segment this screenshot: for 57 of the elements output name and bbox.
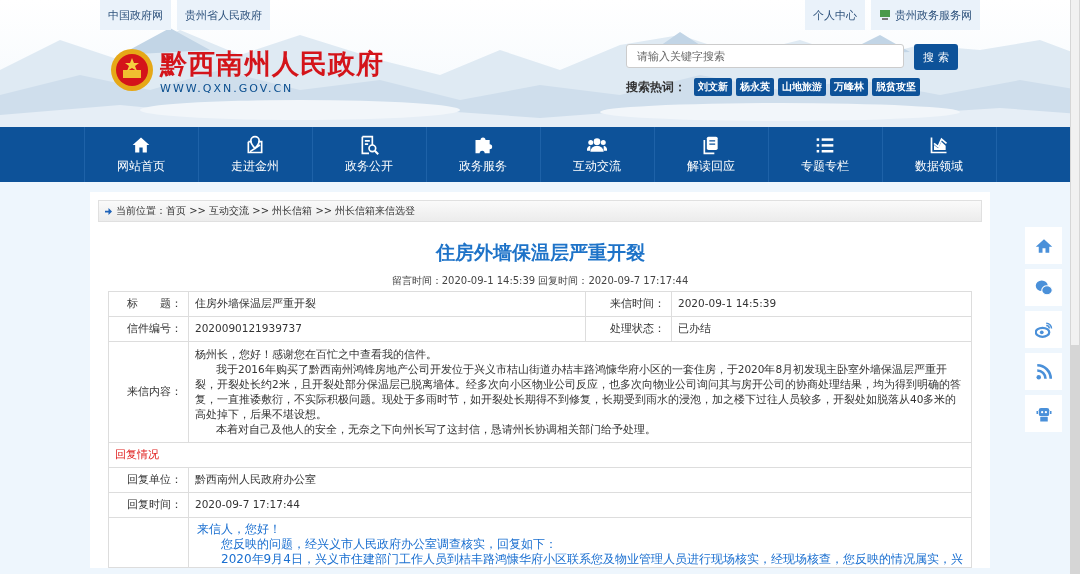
doc-icon — [359, 134, 379, 155]
field-label: 回复单位： — [109, 468, 189, 493]
emblem-icon — [110, 48, 154, 92]
nav-item[interactable]: 解读回应 — [654, 127, 769, 182]
copy-icon — [701, 134, 721, 155]
hot-word-tag[interactable]: 山地旅游 — [778, 78, 826, 96]
hot-word-tag[interactable]: 刘文新 — [694, 78, 732, 96]
reply-paragraph: 来信人，您好！ — [197, 522, 282, 537]
reply-paragraph: 2020年9月4日，兴义市住建部门工作人员到桔丰路鸿慷华府小区联系您及物业管理人员进行现场核实，经现场核查，您反映的情况属实，兴 — [220, 552, 963, 567]
rss-icon[interactable] — [1025, 353, 1062, 390]
letter-paragraph: 我于2016年购买了黔西南州鸿锋房地产公司开发位于兴义市桔山街道办桔丰路鸿慷华府小区的一套住房，于2020年8月初发现主卧室外墙保温层严重开裂，开裂处长约2米，且开裂处部分保温层已脱离墙体。经多次向小区物业公司反应，也多次向物业公司询问其与房开公司的协商处理结果，均为得到明确的答复，一直推诿敷衍，不实际积极问题。现处于多雨时节，如开裂处长期得不到修复，长期受到雨水的浸泡，加之楼下过往人员较多，开裂处如脱落从40多米的高处掉下，后果不堪设想。 — [195, 362, 962, 422]
letter-paragraph: 杨州长，您好！感谢您在百忙之中查看我的信件。 — [195, 347, 438, 362]
reply-paragraph: 您反映的问题，经兴义市人民政府办公室调查核实，回复如下： — [220, 537, 558, 552]
letter-paragraph: 本着对自己及他人的安全，无奈之下向州长写了这封信，恳请州长协调相关部门给予处理。 — [215, 422, 657, 437]
field-value: 2020090121939737 — [189, 317, 586, 342]
field-value: 已办结 — [672, 317, 972, 342]
site-url: WWW.QXN.GOV.CN — [160, 81, 295, 95]
top-link[interactable]: 个人中心 — [805, 0, 865, 30]
field-value: 住房外墙保温层严重开裂 — [189, 292, 586, 317]
field-label: 来信时间： — [586, 292, 672, 317]
nav-item[interactable]: 走进金州 — [198, 127, 313, 182]
hot-words-label: 搜索热词： — [626, 78, 686, 96]
wechat-icon[interactable] — [1025, 269, 1062, 306]
top-link[interactable]: 贵州政务服务网 — [871, 0, 980, 30]
hot-word-tag[interactable]: 脱贫攻坚 — [872, 78, 920, 96]
nav-item[interactable]: 网站首页 — [83, 127, 199, 182]
weibo-icon[interactable] — [1025, 311, 1062, 348]
top-link[interactable]: 贵州省人民政府 — [177, 0, 270, 30]
field-label: 来信内容： — [127, 385, 182, 399]
map-icon — [245, 134, 265, 155]
letter-meta: 留言时间：2020-09-1 14:5:39 回复时间：2020-09-7 17:17:44 — [390, 274, 690, 288]
letter-title: 住房外墙保温层严重开裂 — [434, 240, 646, 265]
top-link[interactable]: 中国政府网 — [100, 0, 171, 30]
search-button[interactable]: 搜 索 — [914, 44, 958, 70]
home-icon[interactable] — [1025, 227, 1062, 264]
hot-word-tag[interactable]: 万峰林 — [830, 78, 868, 96]
reply-heading: 回复情况 — [109, 443, 972, 468]
nav-item[interactable]: 政务公开 — [312, 127, 427, 182]
field-label: 处理状态： — [586, 317, 672, 342]
nav-item[interactable]: 互动交流 — [540, 127, 655, 182]
computer-icon — [879, 9, 891, 21]
field-value: 黔西南州人民政府办公室 — [189, 468, 972, 493]
field-label: 回复时间： — [109, 493, 189, 518]
arrow-icon — [105, 207, 112, 215]
breadcrumb: 当前位置：首页 >> 互动交流 >> 州长信箱 >> 州长信箱来信选登 — [116, 204, 416, 218]
field-value: 2020-09-1 14:5:39 — [672, 292, 972, 317]
hot-word-tag[interactable]: 杨永英 — [736, 78, 774, 96]
robot-icon[interactable] — [1025, 395, 1062, 432]
nav-item[interactable]: 专题专栏 — [768, 127, 883, 182]
field-label: 标 题： — [109, 292, 189, 317]
site-name: 黔西南州人民政府 — [160, 46, 384, 81]
search-field[interactable]: 请输入关键字搜索 — [626, 44, 904, 68]
nav-item[interactable]: 数据领域 — [882, 127, 997, 182]
scrollbar[interactable] — [1070, 0, 1080, 574]
nav-item[interactable]: 政务服务 — [426, 127, 541, 182]
field-label: 信件编号： — [109, 317, 189, 342]
field-value: 2020-09-7 17:17:44 — [189, 493, 972, 518]
